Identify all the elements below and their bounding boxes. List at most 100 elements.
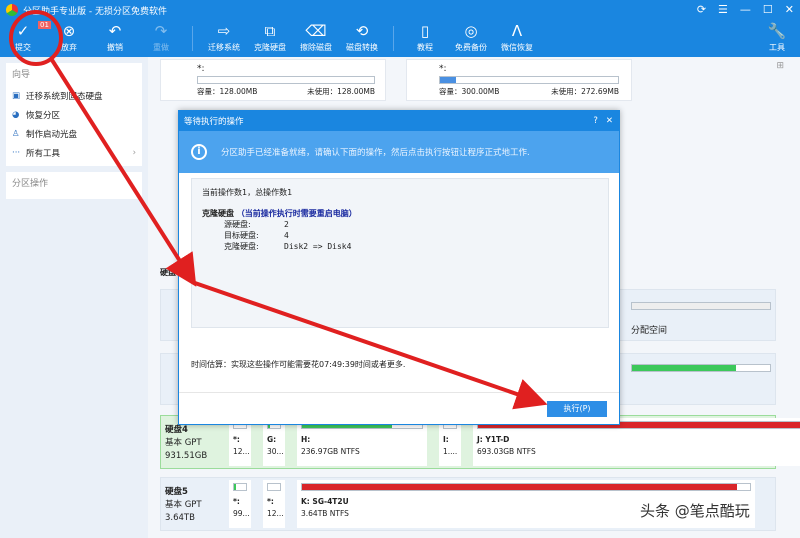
label: 所有工具 bbox=[26, 148, 61, 159]
operation-title: 克隆硬盘 bbox=[202, 209, 234, 218]
unallocated-label: 分配空间 bbox=[631, 326, 668, 336]
sidebar-item-bootable-media[interactable]: ♙ 制作启动光盘 bbox=[12, 124, 136, 143]
partition-block[interactable]: G: 30... bbox=[263, 418, 285, 466]
pie-icon: ◕ bbox=[12, 109, 20, 120]
usage-bar bbox=[233, 483, 247, 491]
user-disc-icon: ♙ bbox=[12, 128, 20, 139]
maximize-button[interactable]: ☐ bbox=[763, 3, 773, 16]
undo-icon: ↶ bbox=[108, 22, 122, 40]
undo-button[interactable]: ↶ 撤销 bbox=[92, 20, 138, 57]
menu-button[interactable]: ☰ bbox=[718, 3, 728, 16]
title-bar: 分区助手专业版 - 无损分区免费软件 ⟳ ☰ — ☐ ✕ bbox=[0, 0, 800, 20]
partition-info: 693.03GB NTFS bbox=[477, 447, 536, 456]
label: 微信恢复 bbox=[501, 43, 533, 52]
disk-label: 硬盘5 基本 GPT 3.64TB bbox=[165, 486, 202, 525]
label: 迁移系统 bbox=[208, 43, 240, 52]
disk-size: 3.64TB bbox=[165, 513, 195, 523]
chevron-right-icon: › bbox=[132, 147, 136, 158]
operation-count: 当前操作数1，总操作数1 bbox=[202, 188, 293, 197]
watermark: 头条 @笔点酷玩 bbox=[640, 502, 750, 520]
operation-note: （当前操作执行时需要重启电脑） bbox=[236, 209, 357, 218]
refresh-button[interactable]: ⟳ bbox=[697, 3, 706, 16]
unused: 未使用：272.69MB bbox=[551, 87, 619, 96]
label: 重做 bbox=[153, 43, 169, 52]
label: 克隆硬盘 bbox=[254, 43, 286, 52]
redo-button[interactable]: ↷ 重做 bbox=[138, 20, 184, 57]
partition-card[interactable]: *: 容量：300.00MB 未使用：272.69MB bbox=[406, 59, 632, 101]
clone-icon: ⧉ bbox=[264, 22, 276, 40]
partition-block[interactable]: *: 12... bbox=[229, 418, 251, 466]
pending-count-badge: 01 bbox=[38, 21, 51, 29]
partition-block[interactable]: J: Y1T-D 693.03GB NTFS bbox=[473, 418, 800, 466]
partition-name: *: bbox=[233, 435, 240, 444]
info-banner: i 分区助手已经准备就绪，请确认下面的操作，然后点击执行按钮让程序正式地工作. bbox=[179, 131, 619, 173]
unused: 未使用：128.00MB bbox=[307, 87, 375, 96]
clone-disk-button[interactable]: ⧉ 克隆硬盘 bbox=[247, 20, 293, 57]
cancel-icon: ⊗ bbox=[62, 22, 76, 40]
usage-bar bbox=[197, 76, 375, 84]
sidebar-item-migrate-ssd[interactable]: ▣ 迁移系统到固态硬盘 bbox=[12, 86, 136, 105]
wechat-recovery-button[interactable]: Λ 微信恢复 bbox=[494, 20, 540, 57]
more-icon: ··· bbox=[12, 147, 21, 158]
operations-list: 当前操作数1，总操作数1 克隆硬盘 （当前操作执行时需要重启电脑） 源硬盘: 2 目… bbox=[191, 178, 609, 328]
usage-bar bbox=[267, 483, 281, 491]
tutorial-button[interactable]: ▯ 教程 bbox=[402, 20, 448, 57]
disk-type: 基本 GPT bbox=[165, 438, 202, 448]
sidebar-item-recover-partition[interactable]: ◕ 恢复分区 bbox=[12, 105, 136, 124]
usage-bar bbox=[631, 302, 771, 310]
partition-ops-title: 分区操作 bbox=[12, 179, 49, 189]
recovery-icon: Λ bbox=[511, 22, 523, 40]
partition-name: G: bbox=[267, 435, 277, 444]
close-icon[interactable]: ✕ bbox=[606, 116, 613, 126]
partition-name: *: bbox=[439, 64, 447, 74]
app-logo-icon bbox=[6, 4, 18, 16]
partition-block[interactable]: *: 12... bbox=[263, 480, 285, 528]
wizard-panel: 向导 ▣ 迁移系统到固态硬盘 ◕ 恢复分区 ♙ 制作启动光盘 ··· 所有工具 › bbox=[6, 63, 142, 166]
partition-block[interactable]: I: 1.... bbox=[439, 418, 461, 466]
free-backup-button[interactable]: ◎ 免费备份 bbox=[448, 20, 494, 57]
disk-list-header: 硬盘 bbox=[160, 268, 176, 277]
sidebar-item-all-tools[interactable]: ··· 所有工具 › bbox=[12, 143, 136, 162]
sidebar: 向导 ▣ 迁移系统到固态硬盘 ◕ 恢复分区 ♙ 制作启动光盘 ··· 所有工具 › 分区操… bbox=[0, 57, 148, 538]
close-button[interactable]: ✕ bbox=[785, 3, 794, 16]
convert-icon: ⟲ bbox=[355, 22, 369, 40]
capacity: 容量：128.00MB bbox=[197, 87, 258, 96]
divider bbox=[192, 26, 193, 51]
execute-button[interactable]: 执行(P) bbox=[547, 401, 607, 417]
partition-block[interactable]: H: 236.97GB NTFS bbox=[297, 418, 427, 466]
partition-block[interactable]: *: 99... bbox=[229, 480, 251, 528]
partition-name: *: bbox=[267, 497, 274, 506]
disk-type: 基本 GPT bbox=[165, 500, 202, 510]
capacity: 容量：300.00MB bbox=[439, 87, 500, 96]
redo-icon: ↷ bbox=[154, 22, 168, 40]
partition-info: 99... bbox=[233, 509, 250, 518]
detail-value: 2 bbox=[284, 220, 289, 229]
partition-name: J: Y1T-D bbox=[477, 435, 510, 444]
help-icon[interactable]: ? bbox=[593, 116, 598, 126]
partition-card[interactable]: *: 容量：128.00MB 未使用：128.00MB bbox=[160, 59, 386, 101]
divider bbox=[179, 392, 619, 393]
label: 迁移系统到固态硬盘 bbox=[26, 91, 103, 102]
partition-name: *: bbox=[197, 64, 205, 74]
partition-info: 236.97GB NTFS bbox=[301, 447, 360, 456]
disk-label: 硬盘4 基本 GPT 931.51GB bbox=[165, 424, 207, 463]
operation-detail-row: 源硬盘: 2 bbox=[202, 219, 598, 230]
disk-name: 硬盘5 bbox=[165, 487, 188, 497]
window-title: 分区助手专业版 - 无损分区免费软件 bbox=[23, 6, 167, 17]
wizard-title: 向导 bbox=[12, 70, 31, 80]
partition-info: 12... bbox=[267, 509, 284, 518]
wrench-icon: 🔧 bbox=[767, 22, 787, 40]
label: 擦除磁盘 bbox=[300, 43, 332, 52]
wipe-disk-button[interactable]: ⌫ 擦除磁盘 bbox=[293, 20, 339, 57]
discard-button[interactable]: ⊗ 放弃 bbox=[46, 20, 92, 57]
minimize-button[interactable]: — bbox=[740, 3, 751, 16]
convert-disk-button[interactable]: ⟲ 磁盘转换 bbox=[339, 20, 385, 57]
label: 教程 bbox=[417, 43, 433, 52]
disk-size: 931.51GB bbox=[165, 451, 208, 461]
tools-button[interactable]: 🔧 工具 bbox=[754, 20, 800, 57]
operation-detail-row: 克隆硬盘: Disk2 => Disk4 bbox=[202, 241, 598, 252]
dialog-header: 等待执行的操作? ✕ bbox=[179, 111, 619, 131]
partition-name: I: bbox=[443, 435, 449, 444]
migrate-os-button[interactable]: ⇨ 迁移系统 bbox=[201, 20, 247, 57]
view-toggle-icon[interactable]: ⊞ bbox=[776, 61, 784, 71]
